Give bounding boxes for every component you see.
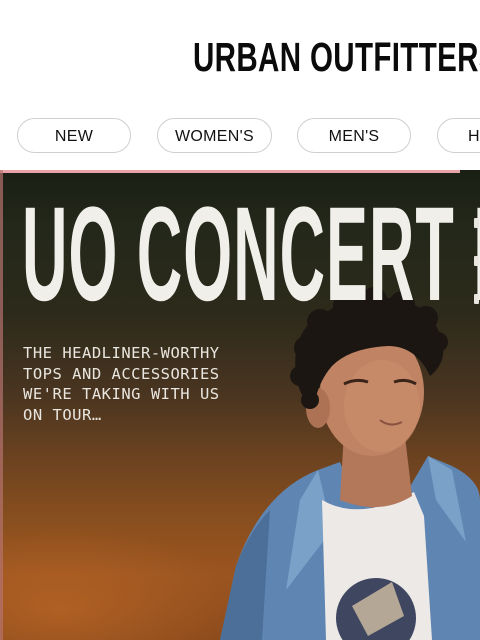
page: URBAN OUTFITTERS NEW WOMEN'S MEN'S H UO … <box>0 0 480 640</box>
site-header: URBAN OUTFITTERS <box>0 0 480 108</box>
hero-banner[interactable]: UO CONCERT FITS THE HEADLINER-WORTHY TOP… <box>0 170 480 640</box>
jacket-shadow <box>220 510 270 640</box>
nav-pill-mens[interactable]: MEN'S <box>297 118 411 153</box>
nav-pill-new[interactable]: NEW <box>17 118 131 153</box>
category-nav: NEW WOMEN'S MEN'S H <box>0 108 480 170</box>
hero-title: UO CONCERT FITS <box>22 180 480 329</box>
hero-side-text <box>474 218 480 328</box>
nav-pill-home[interactable]: H <box>437 118 480 153</box>
hero-subtitle: THE HEADLINER-WORTHY TOPS AND ACCESSORIE… <box>23 344 220 424</box>
brand-logo[interactable]: URBAN OUTFITTERS <box>193 33 480 81</box>
nav-pill-womens[interactable]: WOMEN'S <box>157 118 272 153</box>
